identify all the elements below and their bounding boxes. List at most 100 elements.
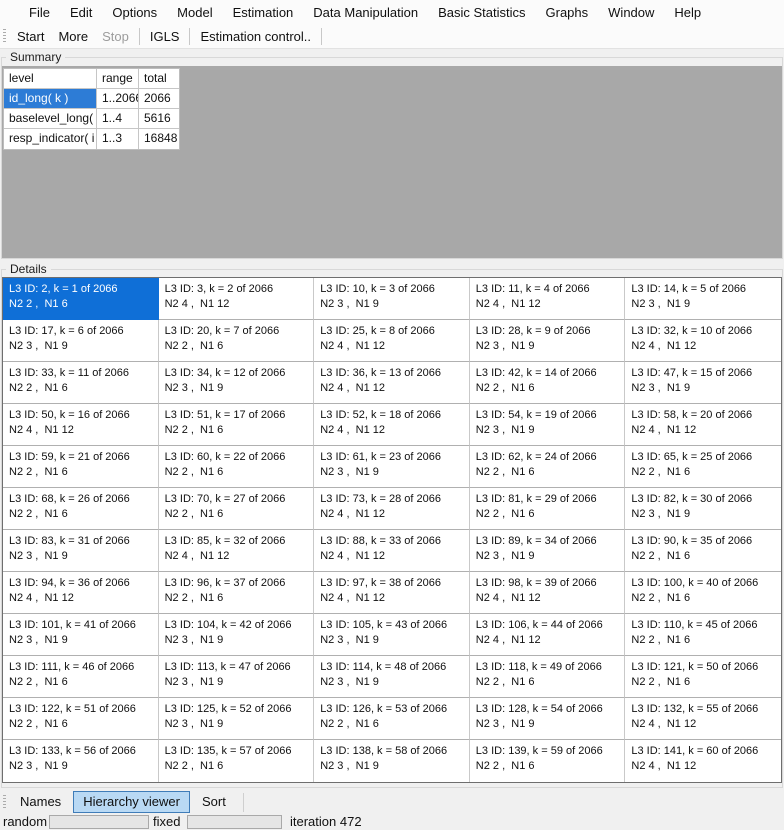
details-cell[interactable]: L3 ID: 32, k = 10 of 2066N2 4 , N1 12 [625,320,781,362]
toolbar-separator [189,28,190,45]
details-cell[interactable]: L3 ID: 60, k = 22 of 2066N2 2 , N1 6 [159,446,315,488]
details-cell[interactable]: L3 ID: 33, k = 11 of 2066N2 2 , N1 6 [3,362,159,404]
details-cell[interactable]: L3 ID: 51, k = 17 of 2066N2 2 , N1 6 [159,404,315,446]
details-cell[interactable]: L3 ID: 14, k = 5 of 2066N2 3 , N1 9 [625,278,781,320]
menu-item-data-manipulation[interactable]: Data Manipulation [303,0,428,25]
details-cell[interactable]: L3 ID: 96, k = 37 of 2066N2 2 , N1 6 [159,572,315,614]
details-cell[interactable]: L3 ID: 141, k = 60 of 2066N2 4 , N1 12 [625,740,781,782]
details-cell[interactable]: L3 ID: 34, k = 12 of 2066N2 3 , N1 9 [159,362,315,404]
details-cell[interactable]: L3 ID: 54, k = 19 of 2066N2 3 , N1 9 [470,404,626,446]
details-cell-line2: N2 4 , N1 12 [476,633,622,648]
details-cell[interactable]: L3 ID: 94, k = 36 of 2066N2 4 , N1 12 [3,572,159,614]
details-cell[interactable]: L3 ID: 73, k = 28 of 2066N2 4 , N1 12 [314,488,470,530]
summary-row[interactable]: id_long( k )1..20662066 [4,89,179,109]
menu-item-graphs[interactable]: Graphs [536,0,599,25]
details-cell[interactable]: L3 ID: 68, k = 26 of 2066N2 2 , N1 6 [3,488,159,530]
details-cell[interactable]: L3 ID: 10, k = 3 of 2066N2 3 , N1 9 [314,278,470,320]
summary-cell-range: 1..4 [97,109,139,129]
details-cell[interactable]: L3 ID: 138, k = 58 of 2066N2 3 , N1 9 [314,740,470,782]
menu-item-window[interactable]: Window [598,0,664,25]
details-cell[interactable]: L3 ID: 62, k = 24 of 2066N2 2 , N1 6 [470,446,626,488]
details-cell[interactable]: L3 ID: 17, k = 6 of 2066N2 3 , N1 9 [3,320,159,362]
summary-row[interactable]: resp_indicator( i )1..316848 [4,129,179,149]
details-cell[interactable]: L3 ID: 61, k = 23 of 2066N2 3 , N1 9 [314,446,470,488]
tabbar-grip[interactable] [3,795,6,810]
details-cell[interactable]: L3 ID: 47, k = 15 of 2066N2 3 , N1 9 [625,362,781,404]
toolbar-button-estimation-control[interactable]: Estimation control.. [193,25,318,48]
menu-item-options[interactable]: Options [102,0,167,25]
details-cell[interactable]: L3 ID: 139, k = 59 of 2066N2 2 , N1 6 [470,740,626,782]
details-cell[interactable]: L3 ID: 89, k = 34 of 2066N2 3 , N1 9 [470,530,626,572]
details-cell[interactable]: L3 ID: 88, k = 33 of 2066N2 4 , N1 12 [314,530,470,572]
details-cell[interactable]: L3 ID: 114, k = 48 of 2066N2 3 , N1 9 [314,656,470,698]
details-cell[interactable]: L3 ID: 135, k = 57 of 2066N2 2 , N1 6 [159,740,315,782]
details-cell[interactable]: L3 ID: 121, k = 50 of 2066N2 2 , N1 6 [625,656,781,698]
summary-cell-level[interactable]: baselevel_long( j ) [4,109,97,129]
details-cell[interactable]: L3 ID: 132, k = 55 of 2066N2 4 , N1 12 [625,698,781,740]
details-cell-line2: N2 3 , N1 9 [9,339,155,354]
tab-sort[interactable]: Sort [192,791,236,813]
details-cell[interactable]: L3 ID: 20, k = 7 of 2066N2 2 , N1 6 [159,320,315,362]
details-cell[interactable]: L3 ID: 2, k = 1 of 2066N2 2 , N1 6 [3,278,159,320]
details-cell[interactable]: L3 ID: 52, k = 18 of 2066N2 4 , N1 12 [314,404,470,446]
menu-item-help[interactable]: Help [664,0,711,25]
details-cell[interactable]: L3 ID: 113, k = 47 of 2066N2 3 , N1 9 [159,656,315,698]
details-cell[interactable]: L3 ID: 106, k = 44 of 2066N2 4 , N1 12 [470,614,626,656]
details-cell[interactable]: L3 ID: 128, k = 54 of 2066N2 3 , N1 9 [470,698,626,740]
details-cell[interactable]: L3 ID: 90, k = 35 of 2066N2 2 , N1 6 [625,530,781,572]
details-cell[interactable]: L3 ID: 111, k = 46 of 2066N2 2 , N1 6 [3,656,159,698]
details-cell[interactable]: L3 ID: 104, k = 42 of 2066N2 3 , N1 9 [159,614,315,656]
details-cell[interactable]: L3 ID: 122, k = 51 of 2066N2 2 , N1 6 [3,698,159,740]
details-cell[interactable]: L3 ID: 58, k = 20 of 2066N2 4 , N1 12 [625,404,781,446]
details-cell[interactable]: L3 ID: 70, k = 27 of 2066N2 2 , N1 6 [159,488,315,530]
details-cell[interactable]: L3 ID: 82, k = 30 of 2066N2 3 , N1 9 [625,488,781,530]
tab-hierarchy-viewer[interactable]: Hierarchy viewer [73,791,190,813]
details-cell[interactable]: L3 ID: 85, k = 32 of 2066N2 4 , N1 12 [159,530,315,572]
toolbar-grip[interactable] [3,29,6,44]
details-cell[interactable]: L3 ID: 28, k = 9 of 2066N2 3 , N1 9 [470,320,626,362]
menu-item-model[interactable]: Model [167,0,222,25]
menu-item-estimation[interactable]: Estimation [223,0,304,25]
details-cell[interactable]: L3 ID: 59, k = 21 of 2066N2 2 , N1 6 [3,446,159,488]
details-cell[interactable]: L3 ID: 98, k = 39 of 2066N2 4 , N1 12 [470,572,626,614]
toolbar-button-start[interactable]: Start [10,25,51,48]
details-cell[interactable]: L3 ID: 100, k = 40 of 2066N2 2 , N1 6 [625,572,781,614]
details-cell[interactable]: L3 ID: 125, k = 52 of 2066N2 3 , N1 9 [159,698,315,740]
details-cell[interactable]: L3 ID: 118, k = 49 of 2066N2 2 , N1 6 [470,656,626,698]
details-cell[interactable]: L3 ID: 36, k = 13 of 2066N2 4 , N1 12 [314,362,470,404]
details-cell[interactable]: L3 ID: 101, k = 41 of 2066N2 3 , N1 9 [3,614,159,656]
summary-header-row: levelrangetotal [4,69,179,89]
details-cell[interactable]: L3 ID: 105, k = 43 of 2066N2 3 , N1 9 [314,614,470,656]
menu-item-file[interactable]: File [19,0,60,25]
menu-item-basic-statistics[interactable]: Basic Statistics [428,0,535,25]
summary-cell-level[interactable]: id_long( k ) [4,89,97,109]
details-cell[interactable]: L3 ID: 126, k = 53 of 2066N2 2 , N1 6 [314,698,470,740]
summary-row[interactable]: baselevel_long( j )1..45616 [4,109,179,129]
details-cell[interactable]: L3 ID: 3, k = 2 of 2066N2 4 , N1 12 [159,278,315,320]
summary-header-range: range [97,69,139,89]
details-cell[interactable]: L3 ID: 25, k = 8 of 2066N2 4 , N1 12 [314,320,470,362]
details-cell[interactable]: L3 ID: 83, k = 31 of 2066N2 3 , N1 9 [3,530,159,572]
toolbar-button-igls[interactable]: IGLS [143,25,187,48]
menu-item-edit[interactable]: Edit [60,0,102,25]
details-cell[interactable]: L3 ID: 97, k = 38 of 2066N2 4 , N1 12 [314,572,470,614]
details-cell-line2: N2 2 , N1 6 [476,759,622,774]
toolbar-button-more[interactable]: More [51,25,95,48]
details-cell-line2: N2 4 , N1 12 [631,423,778,438]
details-cell[interactable]: L3 ID: 11, k = 4 of 2066N2 4 , N1 12 [470,278,626,320]
details-cell-line2: N2 2 , N1 6 [631,591,778,606]
tab-names[interactable]: Names [10,791,71,813]
details-cell[interactable]: L3 ID: 133, k = 56 of 2066N2 3 , N1 9 [3,740,159,782]
summary-cell-level[interactable]: resp_indicator( i ) [4,129,97,149]
summary-cell-range: 1..3 [97,129,139,149]
details-cell-line1: L3 ID: 20, k = 7 of 2066 [165,324,311,339]
details-cell-line1: L3 ID: 62, k = 24 of 2066 [476,450,622,465]
mlwin-window: FileEditOptionsModelEstimationData Manip… [0,0,784,830]
details-cell-line1: L3 ID: 125, k = 52 of 2066 [165,702,311,717]
details-cell[interactable]: L3 ID: 81, k = 29 of 2066N2 2 , N1 6 [470,488,626,530]
details-cell-line1: L3 ID: 96, k = 37 of 2066 [165,576,311,591]
details-cell[interactable]: L3 ID: 50, k = 16 of 2066N2 4 , N1 12 [3,404,159,446]
details-cell[interactable]: L3 ID: 65, k = 25 of 2066N2 2 , N1 6 [625,446,781,488]
details-cell[interactable]: L3 ID: 42, k = 14 of 2066N2 2 , N1 6 [470,362,626,404]
details-cell[interactable]: L3 ID: 110, k = 45 of 2066N2 2 , N1 6 [625,614,781,656]
